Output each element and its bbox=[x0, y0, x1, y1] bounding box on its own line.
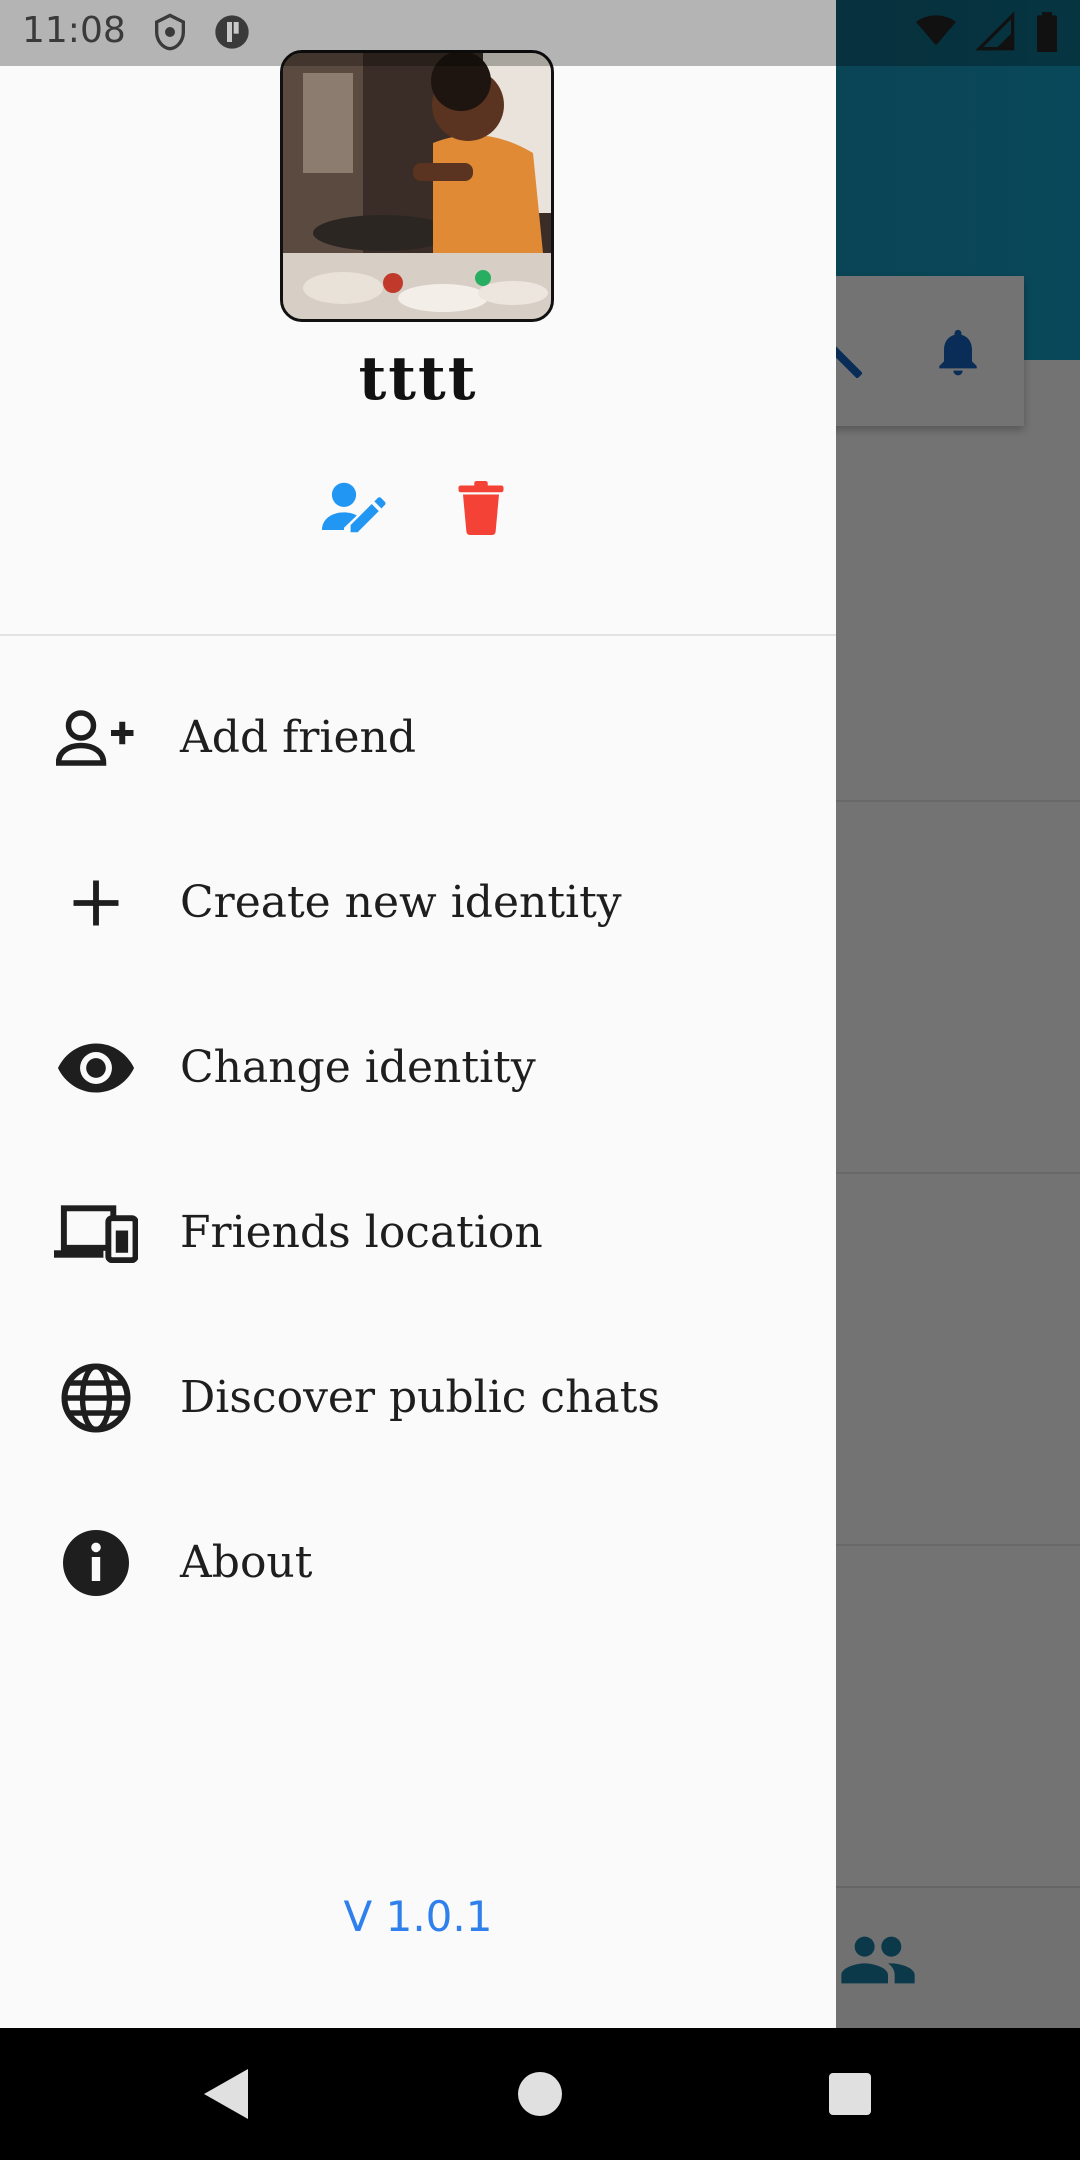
avatar-photo bbox=[283, 53, 551, 319]
drawer-divider bbox=[0, 634, 836, 636]
status-bar: 11:08 bbox=[0, 0, 1080, 66]
info-icon bbox=[54, 1521, 138, 1605]
trash-icon bbox=[458, 481, 504, 535]
profile-actions bbox=[0, 478, 836, 538]
menu-item-add-friend[interactable]: Add friend bbox=[0, 655, 836, 820]
app-notification-icon bbox=[215, 15, 249, 49]
home-icon bbox=[518, 2072, 562, 2116]
eye-icon bbox=[54, 1026, 138, 1110]
edit-profile-button[interactable] bbox=[322, 478, 388, 538]
app-screen: 11:08 tttt Add friend Create new identit… bbox=[0, 0, 1080, 2160]
status-system-icons bbox=[914, 12, 1060, 52]
menu-item-label: Create new identity bbox=[180, 877, 622, 928]
menu-item-create-identity[interactable]: Create new identity bbox=[0, 820, 836, 985]
menu-item-discover-public-chats[interactable]: Discover public chats bbox=[0, 1315, 836, 1480]
status-notification-icons bbox=[150, 12, 252, 52]
recents-icon bbox=[829, 2073, 871, 2115]
signal-icon bbox=[976, 12, 1015, 51]
menu-item-friends-location[interactable]: Friends location bbox=[0, 1150, 836, 1315]
menu-item-label: Add friend bbox=[180, 712, 417, 763]
back-icon bbox=[204, 2069, 248, 2119]
system-navigation-bar bbox=[0, 2028, 1080, 2160]
home-button[interactable] bbox=[512, 2066, 568, 2122]
delete-profile-button[interactable] bbox=[448, 478, 514, 538]
menu-item-about[interactable]: About bbox=[0, 1480, 836, 1645]
profile-name: tttt bbox=[358, 344, 478, 414]
navigation-drawer: tttt Add friend Create new identity Chan… bbox=[0, 0, 836, 2028]
menu-item-label: Change identity bbox=[180, 1042, 536, 1093]
back-button[interactable] bbox=[198, 2066, 254, 2122]
battery-icon bbox=[1037, 12, 1057, 52]
add-friend-icon bbox=[54, 696, 138, 780]
status-time: 11:08 bbox=[22, 10, 126, 51]
avatar[interactable] bbox=[280, 50, 554, 322]
wifi-icon bbox=[916, 15, 956, 46]
menu-item-label: About bbox=[180, 1537, 313, 1588]
menu-item-label: Friends location bbox=[180, 1207, 543, 1258]
plus-icon bbox=[54, 861, 138, 945]
globe-icon bbox=[54, 1356, 138, 1440]
edit-user-icon bbox=[322, 482, 386, 533]
app-version: V 1.0.1 bbox=[343, 1892, 493, 1941]
menu-item-label: Discover public chats bbox=[180, 1372, 660, 1423]
devices-icon bbox=[54, 1191, 138, 1275]
recents-button[interactable] bbox=[822, 2066, 878, 2122]
drawer-menu: Add friend Create new identity Change id… bbox=[0, 655, 836, 1645]
shield-icon bbox=[155, 13, 185, 51]
menu-item-change-identity[interactable]: Change identity bbox=[0, 985, 836, 1150]
